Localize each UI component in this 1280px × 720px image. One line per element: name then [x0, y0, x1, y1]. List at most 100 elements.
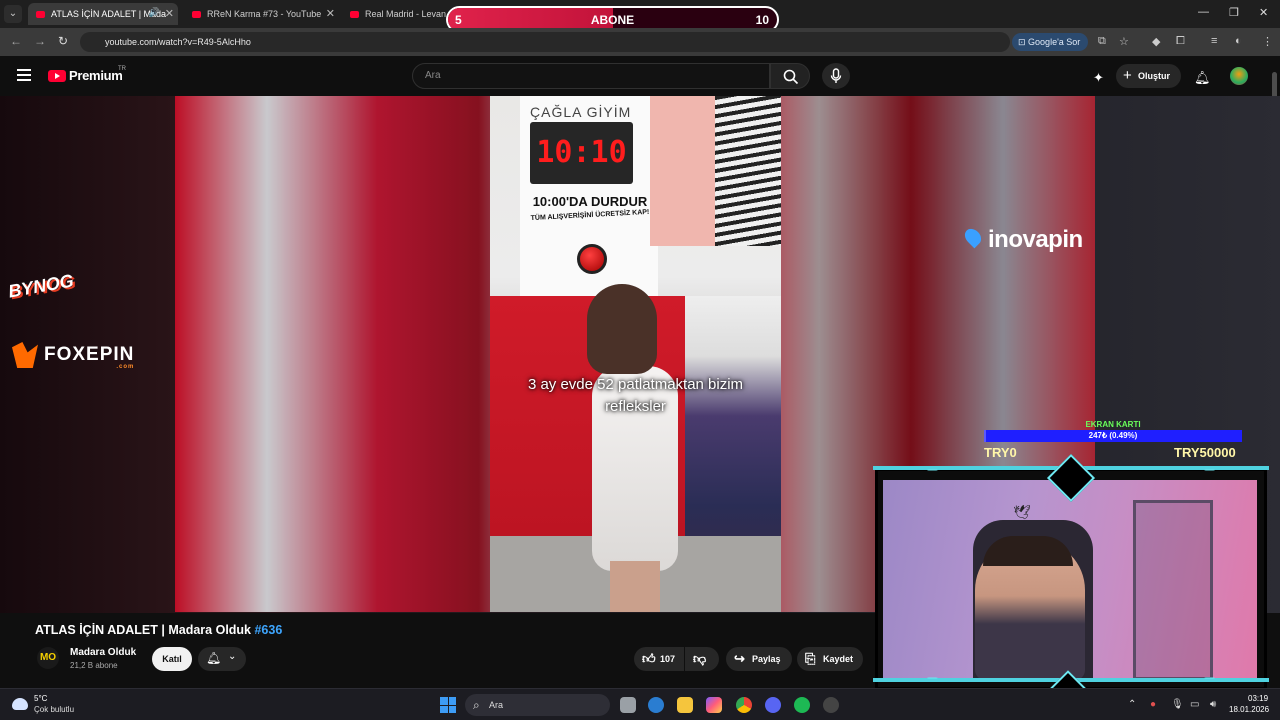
share-arrow-icon: ↪: [734, 651, 745, 666]
weather-temperature[interactable]: 5°C: [34, 694, 47, 703]
guide-menu-icon[interactable]: [17, 69, 31, 81]
media-control-icon[interactable]: ≡: [1211, 35, 1217, 47]
subscriber-goal-current: 5: [455, 13, 462, 27]
tab-real-madrid[interactable]: Real Madrid - Levante: [342, 3, 446, 25]
join-button[interactable]: Katıl: [152, 647, 192, 671]
search-input[interactable]: Ara: [412, 63, 770, 89]
create-label: Oluştur: [1138, 71, 1171, 81]
donation-goal-progress: 247₺ (0.49%): [1088, 431, 1138, 440]
extensions-puzzle-icon[interactable]: ⧠: [1176, 35, 1185, 48]
inovapin-sponsor-logo: inovapin: [961, 225, 1083, 254]
striped-shirt: [715, 96, 781, 246]
bookmark-icon: ⎘: [805, 651, 816, 666]
obs-studio-icon[interactable]: [823, 697, 839, 713]
subscriber-goal-label: ABONE: [590, 13, 635, 27]
clock-time[interactable]: 03:19: [1248, 694, 1268, 703]
taskbar-search[interactable]: Ara: [465, 694, 610, 716]
save-label: Kaydet: [823, 654, 854, 664]
close-window-icon[interactable]: ✕: [1259, 6, 1268, 19]
reload-icon[interactable]: ↻: [58, 34, 68, 48]
url-text: youtube.com/watch?v=R49-5AlcHho: [105, 37, 251, 47]
thumbs-up-icon: 👍︎: [642, 651, 656, 666]
minimize-icon[interactable]: —: [1198, 6, 1209, 18]
streamer-hair: [983, 536, 1073, 566]
youtube-favicon-icon: [192, 10, 201, 18]
donation-goal-title: EKRAN KARTI: [1085, 420, 1141, 429]
network-icon[interactable]: ▭: [1190, 699, 1199, 710]
windows-taskbar: 5°C Çok bulutlu Ara ⌃ ● 🎙︎ ▭ 🔊︎ 03:19 18…: [0, 688, 1280, 720]
search-button[interactable]: [770, 63, 810, 89]
discord-icon[interactable]: [765, 697, 781, 713]
search-icon: [783, 69, 799, 85]
tray-app-icon[interactable]: ●: [1150, 699, 1156, 710]
video-frame-scene: ÇAĞLA GİYİM 10:10 10:00'DA DURDUR TÜM AL…: [490, 96, 781, 612]
restore-icon[interactable]: ❐: [1229, 6, 1239, 19]
youtube-premium-label[interactable]: Premium: [69, 68, 123, 83]
tab-rren[interactable]: RReN Karma #73 - YouTube ✕: [184, 3, 339, 25]
foxepin-com-text: .com: [116, 364, 135, 370]
region-code: TR: [118, 66, 126, 72]
chevron-down-icon: ⌄: [228, 651, 237, 662]
extension-fox-icon[interactable]: ✦: [1093, 70, 1104, 86]
tab-atlas[interactable]: ATLAS İÇİN ADALET | Mada 🔊 ✕: [28, 3, 178, 25]
webcam-feed: 🕊︎: [883, 480, 1257, 680]
forward-icon[interactable]: →: [34, 34, 46, 48]
microphone-tray-icon[interactable]: 🎙︎: [1171, 699, 1184, 710]
cloud-weather-icon[interactable]: [12, 698, 28, 710]
edge-browser-icon[interactable]: [648, 697, 664, 713]
donation-goal-bar: 247₺ (0.49%): [984, 430, 1242, 442]
share-button[interactable]: ↪ Paylaş: [726, 647, 792, 671]
extension-diamond-icon[interactable]: ◆: [1152, 35, 1160, 48]
subscriber-goal-target: 10: [755, 13, 769, 27]
save-button[interactable]: ⎘ Kaydet: [797, 647, 863, 671]
close-tab-icon[interactable]: ✕: [165, 7, 174, 20]
like-button[interactable]: 👍︎ 107: [634, 647, 684, 671]
copilot-icon[interactable]: [706, 697, 722, 713]
video-hashtag[interactable]: #636: [254, 623, 282, 637]
create-button[interactable]: Oluştur: [1116, 64, 1181, 88]
bookmark-star-icon[interactable]: ☆: [1119, 35, 1129, 48]
tab-label: RReN Karma #73 - YouTube: [207, 9, 322, 19]
browser-menu-icon[interactable]: ⋮: [1262, 35, 1273, 48]
volume-icon[interactable]: 🔊︎: [1210, 699, 1216, 710]
youtube-favicon-icon: [36, 10, 45, 18]
shelf: [1133, 500, 1213, 680]
file-explorer-icon[interactable]: [677, 697, 693, 713]
windows-start-icon[interactable]: [440, 697, 456, 713]
video-title: ATLAS İÇİN ADALET | Madara Olduk #636: [35, 623, 282, 637]
video-subtitle: 3 ay evde 52 patlatmaktan bizim refleksl…: [490, 374, 781, 418]
channel-subscriber-count: 21,2 B abone: [70, 661, 118, 670]
subtitle-line-1: 3 ay evde 52 patlatmaktan bizim: [527, 376, 744, 393]
channel-name[interactable]: Madara Olduk: [70, 647, 136, 658]
voice-search-button[interactable]: [822, 63, 850, 89]
close-tab-icon[interactable]: ✕: [326, 7, 335, 20]
stopwatch-display: 10:10: [530, 122, 633, 184]
google-ask-button[interactable]: ⊡ Google'a Sor: [1012, 33, 1089, 51]
tab-label: Real Madrid - Levante: [365, 9, 446, 19]
red-stop-button-icon: [577, 244, 607, 274]
tray-overflow-chevron-icon[interactable]: ⌃: [1128, 699, 1136, 710]
youtube-header: Premium TR Ara ✦ Oluştur 🔔︎: [0, 56, 1280, 96]
channel-avatar[interactable]: MO: [37, 647, 59, 669]
tab-search-menu-icon[interactable]: ⌄: [4, 5, 22, 23]
back-icon[interactable]: ←: [10, 34, 22, 48]
youtube-favicon-icon: [350, 10, 359, 18]
notifications-bell-icon[interactable]: 🔔︎: [1194, 70, 1211, 86]
subscription-bell-button[interactable]: 🔔︎ ⌄: [198, 647, 246, 671]
clock-date[interactable]: 18.01.2026: [1229, 705, 1269, 714]
spotify-icon[interactable]: [794, 697, 810, 713]
weather-description[interactable]: Çok bulutlu: [34, 705, 74, 714]
search-placeholder: Ara: [425, 70, 441, 81]
location-pin-icon: [961, 225, 985, 249]
speaker-icon[interactable]: 🔊: [149, 7, 160, 18]
install-app-icon[interactable]: ⧉: [1098, 35, 1106, 48]
task-view-icon[interactable]: [620, 697, 636, 713]
url-field[interactable]: youtube.com/watch?v=R49-5AlcHho: [80, 32, 1010, 52]
google-ask-label: Google'a Sor: [1028, 37, 1081, 47]
avatar[interactable]: [1230, 67, 1248, 85]
youtube-logo-icon[interactable]: [48, 70, 66, 82]
chrome-icon[interactable]: [736, 697, 752, 713]
profile-icon[interactable]: ◐: [1235, 35, 1242, 47]
dislike-button[interactable]: 👎︎: [685, 647, 719, 671]
subtitle-line-2: refleksler: [605, 398, 666, 415]
